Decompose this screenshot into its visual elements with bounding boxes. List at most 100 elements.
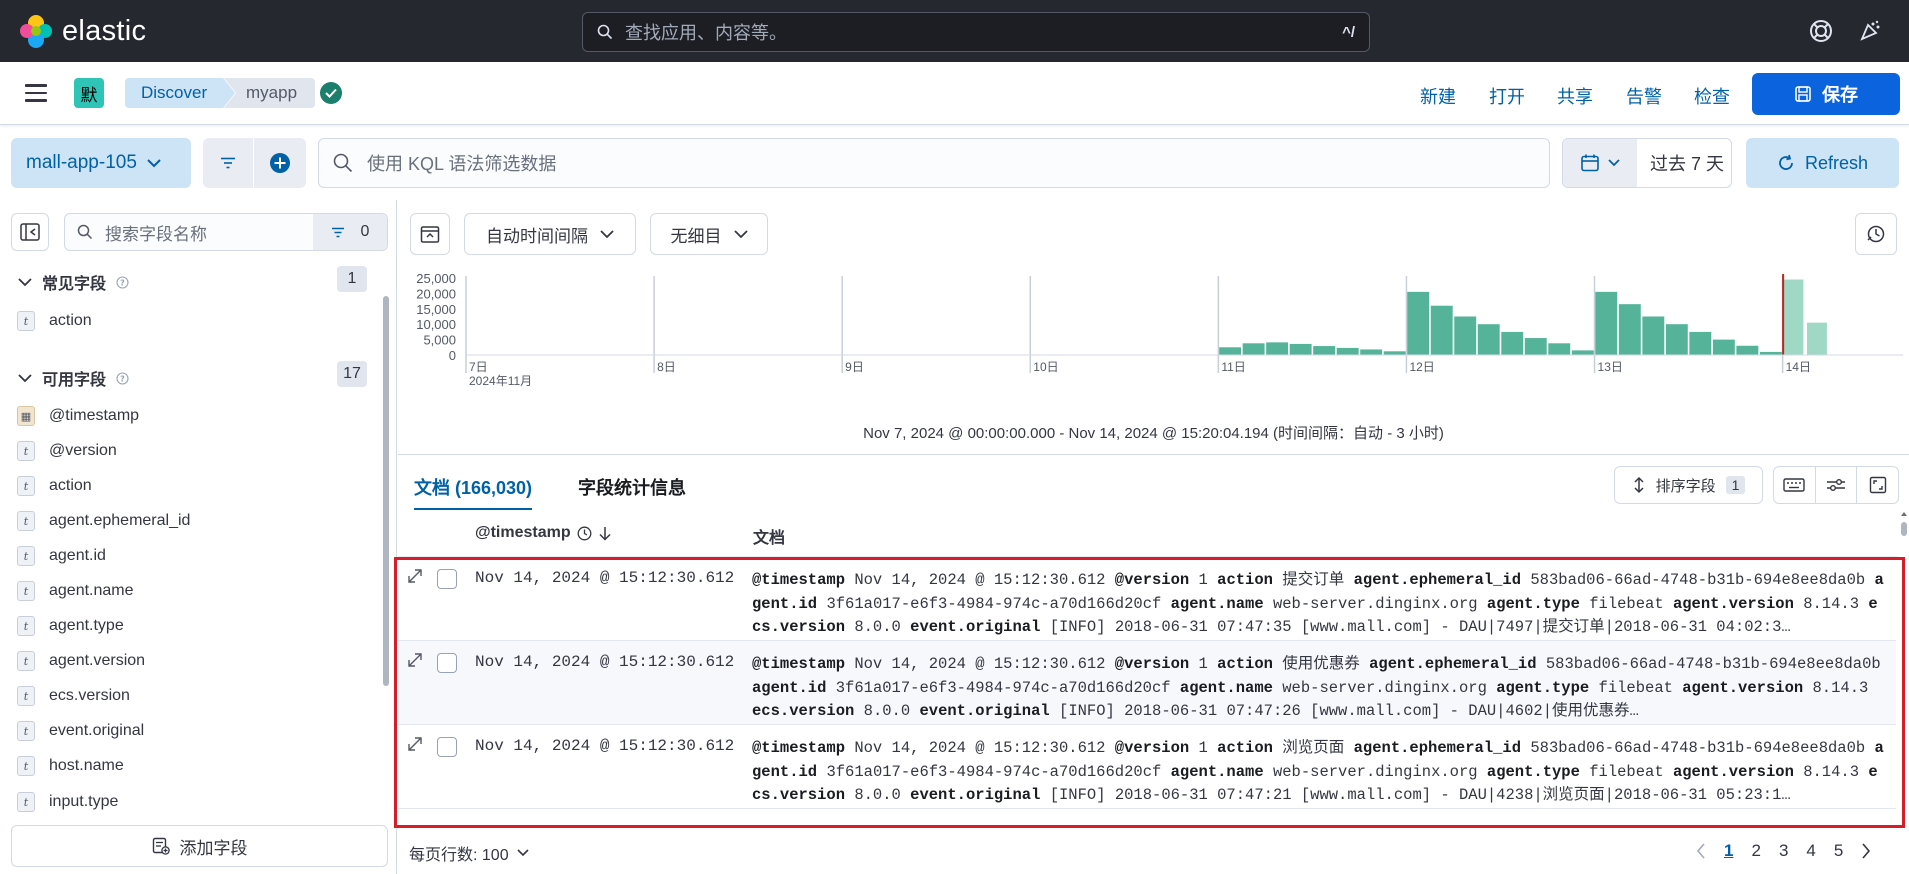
page-5-button[interactable]: 5	[1834, 841, 1843, 861]
refresh-button[interactable]: Refresh	[1746, 138, 1899, 188]
field-item[interactable]: t agent.type	[17, 616, 124, 636]
histogram-bar[interactable]	[1524, 338, 1547, 355]
page-3-button[interactable]: 3	[1779, 841, 1788, 861]
field-item[interactable]: t agent.id	[17, 546, 106, 566]
collapse-sidebar-button[interactable]	[11, 213, 49, 251]
field-item[interactable]: t host.name	[17, 756, 124, 776]
date-range-label[interactable]: 过去 7 天	[1650, 150, 1724, 176]
date-picker[interactable]: 过去 7 天	[1562, 138, 1732, 188]
available-fields-header[interactable]: 可用字段 ?	[18, 366, 129, 390]
field-filter-button[interactable]: 0	[313, 214, 387, 250]
histogram-bar[interactable]	[1501, 331, 1524, 355]
field-item[interactable]: t @version	[17, 441, 117, 461]
histogram-bar[interactable]	[1430, 305, 1453, 355]
histogram-bar[interactable]	[1618, 304, 1641, 355]
news-feed-icon[interactable]	[1857, 18, 1883, 44]
histogram-bar[interactable]	[1407, 291, 1430, 355]
elastic-logo[interactable]: elastic	[20, 14, 146, 48]
histogram-bar[interactable]	[1548, 343, 1571, 355]
histogram-bar[interactable]	[1595, 291, 1618, 355]
field-item[interactable]: t ecs.version	[17, 686, 130, 706]
histogram-bar[interactable]	[1266, 342, 1289, 355]
column-header-timestamp[interactable]: @timestamp	[475, 524, 612, 542]
column-header-document[interactable]: 文档	[753, 524, 785, 548]
inspect-link[interactable]: 检查	[1694, 83, 1730, 109]
histogram-bar[interactable]	[1689, 331, 1712, 355]
histogram-bar[interactable]	[1806, 322, 1827, 355]
tab-documents[interactable]: 文档 (166,030)	[414, 474, 533, 510]
histogram-bar[interactable]	[1712, 339, 1735, 355]
breakdown-select[interactable]: 无细目	[650, 213, 768, 255]
field-search-input[interactable]: 搜索字段名称 0	[64, 213, 388, 251]
field-item[interactable]: t agent.version	[17, 651, 145, 671]
table-row[interactable]: Nov 14, 2024 @ 15:12:30.612 @timestamp No…	[398, 725, 1896, 809]
histogram-bar[interactable]	[1736, 345, 1759, 355]
histogram-bar[interactable]	[1313, 346, 1336, 355]
row-checkbox[interactable]	[437, 737, 457, 757]
rows-per-page-select[interactable]: 每页行数: 100	[409, 841, 529, 865]
fullscreen-button[interactable]	[1857, 467, 1898, 503]
histogram-bar[interactable]	[1383, 351, 1406, 355]
field-item[interactable]: ▦ @timestamp	[17, 406, 139, 426]
toggle-chart-button[interactable]	[410, 213, 450, 255]
breadcrumb-discover[interactable]: Discover	[125, 78, 235, 108]
field-item[interactable]: t input.type	[17, 791, 118, 813]
field-item[interactable]: t agent.ephemeral_id	[17, 511, 190, 531]
histogram-bar[interactable]	[1360, 349, 1383, 355]
expand-row-icon[interactable]	[406, 651, 424, 669]
popular-fields-header[interactable]: 常见字段 ?	[18, 270, 129, 294]
interval-select[interactable]: 自动时间间隔	[464, 213, 636, 255]
sidebar-scrollbar[interactable]	[382, 256, 390, 826]
add-filter-button[interactable]	[254, 138, 306, 188]
chart-options-button[interactable]	[1855, 213, 1897, 255]
share-link[interactable]: 共享	[1557, 83, 1593, 109]
histogram-bar[interactable]	[1242, 343, 1265, 355]
chevron-right-icon[interactable]	[1861, 843, 1871, 859]
field-item[interactable]: t action	[17, 476, 92, 496]
histogram-bar[interactable]	[1783, 279, 1804, 355]
open-link[interactable]: 打开	[1489, 83, 1525, 109]
histogram-bar[interactable]	[1571, 350, 1594, 355]
histogram-bar[interactable]	[1477, 324, 1500, 355]
new-link[interactable]: 新建	[1420, 83, 1456, 109]
table-row[interactable]: Nov 14, 2024 @ 15:12:30.612 @timestamp No…	[398, 641, 1896, 725]
row-checkbox[interactable]	[437, 569, 457, 589]
alerts-link[interactable]: 告警	[1626, 83, 1662, 109]
save-button[interactable]: 保存	[1752, 73, 1900, 115]
menu-icon[interactable]	[25, 84, 47, 102]
page-1-button[interactable]: 1	[1724, 841, 1733, 861]
chevron-left-icon[interactable]	[1696, 843, 1706, 859]
row-checkbox[interactable]	[437, 653, 457, 673]
table-row[interactable]: Nov 14, 2024 @ 15:12:30.612 @timestamp No…	[398, 557, 1896, 641]
kql-query-input[interactable]: 使用 KQL 语法筛选数据	[318, 138, 1550, 188]
expand-row-icon[interactable]	[406, 567, 424, 585]
histogram-bar[interactable]	[1642, 316, 1665, 356]
help-icon[interactable]	[1808, 18, 1834, 44]
add-field-button[interactable]: 添加字段	[11, 825, 388, 867]
keyboard-shortcuts-button[interactable]	[1774, 467, 1816, 503]
histogram-chart[interactable]: 25,00020,00015,00010,0005,0000 7日 8日 9日 10日 1…	[398, 260, 1909, 410]
histogram-bar[interactable]	[1336, 347, 1359, 355]
chevron-down-icon	[733, 229, 748, 238]
histogram-bar[interactable]	[1665, 324, 1688, 355]
histogram-bar[interactable]	[1454, 316, 1477, 356]
page-2-button[interactable]: 2	[1751, 841, 1760, 861]
quick-menu-button[interactable]	[1563, 139, 1637, 187]
tab-field-statistics[interactable]: 字段统计信息	[578, 474, 686, 500]
field-name: event.original	[49, 722, 145, 739]
expand-row-icon[interactable]	[406, 735, 424, 753]
filter-menu-button[interactable]	[203, 138, 253, 188]
histogram-bar[interactable]	[1289, 343, 1312, 355]
table-scrollbar[interactable]	[1900, 510, 1908, 830]
dataview-picker[interactable]: mall-app-105	[11, 138, 191, 188]
field-item-action-popular[interactable]: t action	[17, 311, 92, 331]
field-item[interactable]: t agent.name	[17, 581, 134, 601]
display-settings-button[interactable]	[1816, 467, 1858, 503]
doc-field-value: [INFO] 2018-06-31 07:47:21 [www.mall.com…	[1049, 786, 1791, 804]
histogram-bar[interactable]	[1219, 347, 1242, 355]
field-item[interactable]: t event.original	[17, 721, 144, 741]
space-avatar[interactable]: 默	[74, 78, 104, 108]
sort-fields-button[interactable]: 排序字段 1	[1614, 466, 1763, 504]
page-4-button[interactable]: 4	[1806, 841, 1815, 861]
global-search-input[interactable]: 查找应用、内容等。 ^/	[582, 12, 1370, 52]
